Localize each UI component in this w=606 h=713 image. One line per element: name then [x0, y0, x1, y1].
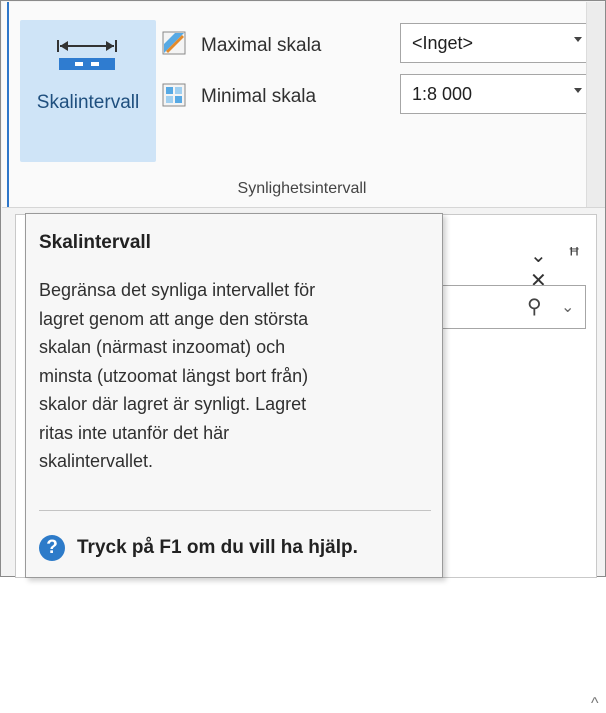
help-icon: ?: [39, 535, 65, 561]
ribbon-group-label: Synlighetsintervall: [237, 180, 367, 197]
help-text: Tryck på F1 om du vill ha hjälp.: [77, 537, 358, 558]
tooltip-body: Begränsa det synliga intervallet för lag…: [39, 276, 434, 476]
chevron-down-icon[interactable]: ⌄: [530, 243, 547, 268]
tooltip-title: Skalintervall: [39, 232, 151, 253]
max-scale-dropdown[interactable]: <Inget>: [400, 23, 592, 63]
search-icon[interactable]: ⚲: [527, 294, 542, 319]
ribbon-edge: [7, 2, 9, 207]
pin-icon[interactable]: ꟸ: [568, 243, 580, 268]
tooltip-body-line: skalor där lagret är synligt. Lagret: [39, 394, 307, 414]
scale-range-button-label: Skalintervall: [36, 92, 140, 113]
min-scale-dropdown[interactable]: 1:8 000: [400, 74, 592, 114]
tooltip-body-line: lagret genom att ange den största: [39, 308, 309, 329]
chevron-down-icon[interactable]: ⌄: [561, 297, 574, 317]
min-scale-label: Minimal skala: [201, 86, 317, 107]
min-scale-icon: [162, 83, 186, 107]
ribbon-scroll-edge: [586, 2, 605, 207]
max-scale-label: Maximal skala: [201, 35, 322, 56]
max-scale-value: <Inget>: [412, 33, 474, 53]
min-scale-value: 1:8 000: [412, 84, 473, 104]
tooltip-body-line: Begränsa det synliga intervallet för: [39, 280, 316, 300]
app-window: Skalintervall Maximal skala Minimal skal…: [0, 0, 606, 712]
tooltip-body-line: skalan (närmast inzoomat) och: [39, 337, 286, 357]
chevron-down-icon: [574, 88, 582, 93]
scroll-up-icon[interactable]: ^: [591, 695, 599, 713]
scale-range-icon: [57, 40, 117, 70]
scale-range-button[interactable]: Skalintervall: [20, 20, 156, 162]
tooltip-body-line: skalintervallet.: [39, 451, 154, 471]
chevron-down-icon: [574, 37, 582, 42]
tooltip-divider: [39, 510, 431, 511]
ribbon: Skalintervall Maximal skala Minimal skal…: [2, 2, 605, 208]
tooltip-body-line: minsta (utzoomat längst bort från): [39, 365, 309, 386]
tooltip-body-line: ritas inte utanför det här: [39, 422, 230, 443]
tooltip: Skalintervall Begränsa det synliga inter…: [25, 213, 443, 578]
max-scale-icon: [162, 31, 186, 55]
